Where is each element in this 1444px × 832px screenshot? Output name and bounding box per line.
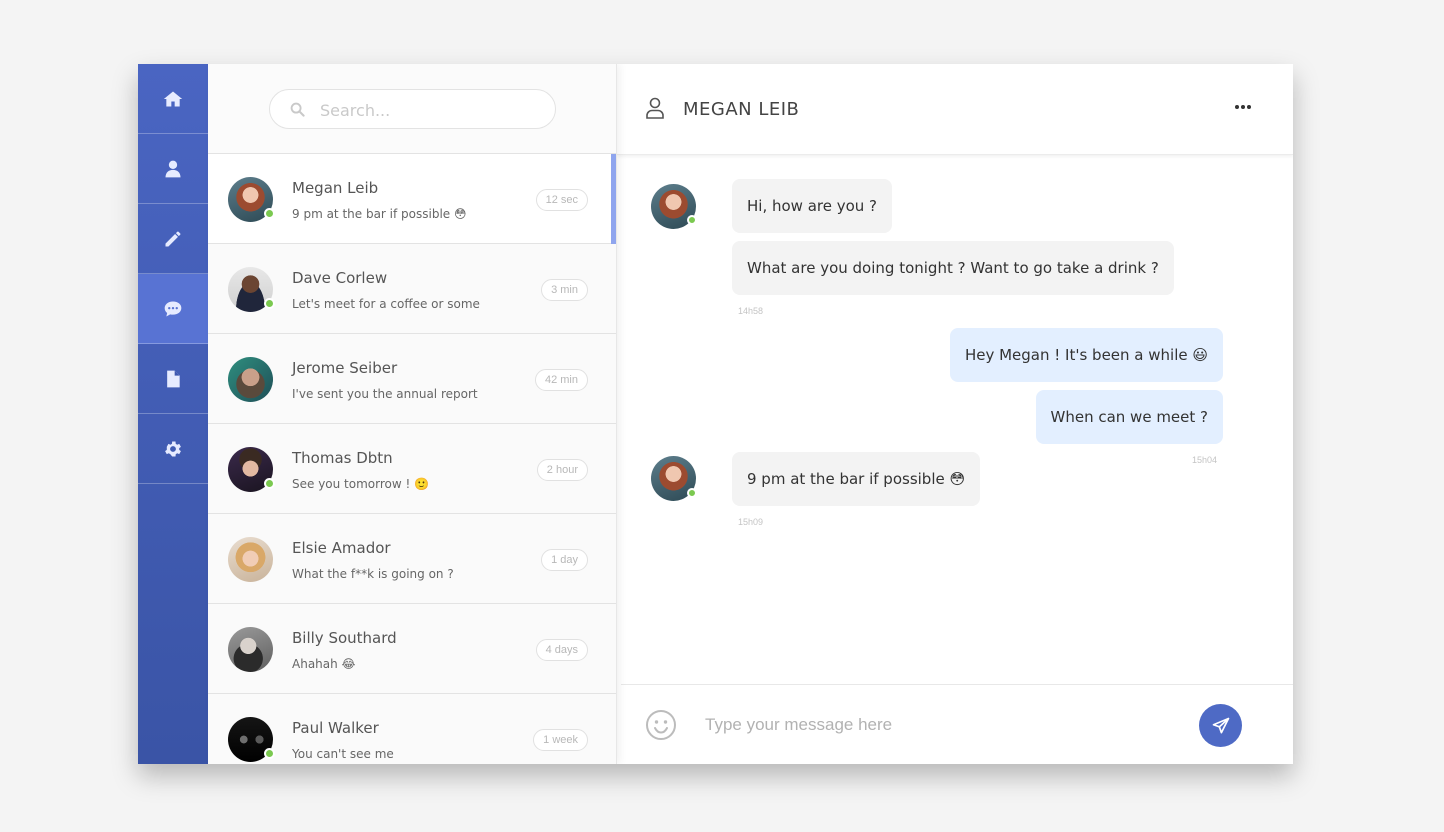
message-bubble: When can we meet ?	[1035, 390, 1223, 444]
message-bubble: What are you doing tonight ? Want to go …	[732, 241, 1174, 295]
contact-name: Jerome Seiber	[292, 359, 398, 377]
conversation-item[interactable]: Elsie Amador What the f**k is going on ?…	[208, 514, 616, 604]
avatar	[228, 357, 273, 402]
message-preview: Ahahah 😂	[292, 657, 356, 671]
avatar	[228, 537, 273, 582]
sidebar-nav	[138, 64, 208, 764]
send-icon	[1212, 717, 1229, 733]
contact-name: Megan Leib	[292, 179, 379, 197]
message-input[interactable]	[705, 710, 1165, 740]
message-preview: See you tomorrow ! 🙂	[292, 477, 430, 491]
chat-header: MEGAN LEIB	[617, 64, 1293, 155]
contact-name: Elsie Amador	[292, 539, 391, 557]
conversation-item[interactable]: Billy Southard Ahahah 😂 4 days	[208, 604, 616, 694]
time-badge: 2 hour	[536, 459, 588, 481]
more-dots-icon	[1235, 105, 1239, 109]
nav-item-settings[interactable]	[138, 414, 208, 484]
message-bubble: Hey Megan ! It's been a while 😃	[949, 328, 1223, 382]
search-icon	[290, 102, 305, 117]
more-dots-icon	[1241, 105, 1245, 109]
message-bubble: 9 pm at the bar if possible 😳	[732, 452, 981, 506]
time-badge: 1 week	[533, 729, 588, 751]
contact-name: Billy Southard	[292, 629, 397, 647]
more-dots-icon	[1247, 105, 1251, 109]
search-input[interactable]	[320, 99, 540, 121]
contact-name: Paul Walker	[292, 719, 379, 737]
nav-item-documents[interactable]	[138, 344, 208, 414]
message-preview: What the f**k is going on ?	[292, 567, 454, 581]
online-indicator	[264, 478, 275, 489]
send-button[interactable]	[1199, 704, 1242, 747]
message-composer	[621, 684, 1293, 764]
chat-panel: MEGAN LEIB Hi, how are you ? What are yo…	[617, 64, 1293, 764]
online-indicator	[687, 488, 697, 498]
messenger-app: Megan Leib 9 pm at the bar if possible 😳…	[138, 64, 1293, 764]
time-badge: 3 min	[541, 279, 588, 301]
emoji-icon[interactable]	[645, 709, 677, 741]
gear-icon	[165, 441, 181, 456]
message-bubble: Hi, how are you ?	[732, 179, 893, 233]
time-badge: 4 days	[535, 639, 588, 661]
avatar	[228, 627, 273, 672]
time-badge: 42 min	[534, 369, 588, 391]
message-preview: Let's meet for a coffee or some	[292, 297, 480, 311]
contact-name: Dave Corlew	[292, 269, 388, 287]
more-options-button[interactable]	[1235, 103, 1251, 111]
time-badge: 12 sec	[535, 189, 588, 211]
conversation-item[interactable]: Dave Corlew Let's meet for a coffee or s…	[208, 244, 616, 334]
message-time: 15h04	[1191, 455, 1217, 465]
online-indicator	[264, 748, 275, 759]
search-bar	[208, 64, 616, 154]
user-outline-icon	[646, 97, 664, 119]
user-icon	[165, 160, 181, 177]
pencil-icon	[165, 231, 181, 246]
file-icon	[167, 370, 180, 387]
message-preview: 9 pm at the bar if possible 😳	[292, 207, 467, 221]
home-icon	[163, 91, 183, 106]
conversation-item[interactable]: Jerome Seiber I've sent you the annual r…	[208, 334, 616, 424]
nav-item-profile[interactable]	[138, 134, 208, 204]
conversation-list: Megan Leib 9 pm at the bar if possible 😳…	[208, 64, 617, 764]
chat-icon	[164, 301, 182, 316]
conversation-item[interactable]: Megan Leib 9 pm at the bar if possible 😳…	[208, 154, 616, 244]
nav-item-messages[interactable]	[138, 274, 208, 344]
conversation-item[interactable]: Thomas Dbtn See you tomorrow ! 🙂 2 hour	[208, 424, 616, 514]
message-preview: You can't see me	[292, 747, 394, 761]
online-indicator	[264, 208, 275, 219]
nav-item-home[interactable]	[138, 64, 208, 134]
message-preview: I've sent you the annual report	[292, 387, 478, 401]
time-badge: 1 day	[541, 549, 588, 571]
online-indicator	[687, 215, 697, 225]
search-box[interactable]	[269, 89, 556, 129]
online-indicator	[264, 298, 275, 309]
contact-name: Thomas Dbtn	[292, 449, 393, 467]
conversation-item[interactable]: Paul Walker You can't see me 1 week	[208, 694, 616, 764]
message-time: 15h09	[738, 517, 764, 527]
nav-item-compose[interactable]	[138, 204, 208, 274]
chat-contact-name: MEGAN LEIB	[683, 99, 800, 120]
message-time: 14h58	[738, 306, 764, 316]
